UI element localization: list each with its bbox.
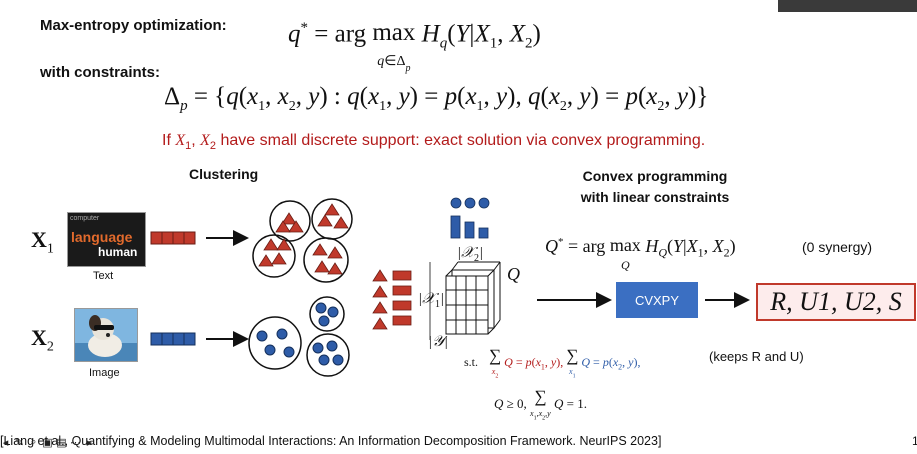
y-cardinality-label: |𝒴| [428, 334, 449, 350]
x2-cluster-bars [450, 215, 489, 239]
x2-cardinality-label: |𝒳2| [457, 245, 484, 264]
cvxpy-solver-box: CVXPY [616, 282, 698, 318]
x1-cluster-bars [392, 270, 412, 326]
marginal-constraints: s.t. ∑ x2 Q = p(x1, y), ∑ x1 Q = p(x2, y), [464, 346, 641, 380]
back-icon[interactable]: ◂ [0, 436, 11, 452]
slides-icon[interactable]: ▤ [56, 436, 67, 452]
citation: [Liang et al., Quantifying & Modeling Mu… [0, 434, 662, 448]
zero-synergy-note: (0 synergy) [802, 239, 873, 255]
screen-icon[interactable]: ▣ [42, 436, 53, 452]
next-icon[interactable]: ▸ [84, 436, 95, 452]
x1-token-sequence [150, 231, 196, 245]
st-label: s.t. [464, 354, 479, 369]
page-number-fragment: 1 [912, 434, 917, 448]
keeps-r-u-note: (keeps R and U) [709, 349, 804, 364]
pen-icon[interactable]: ✎ [14, 436, 25, 452]
result-box: R, U1, U2, S [756, 283, 916, 321]
x1-clusters [252, 198, 353, 283]
simplex-constraint: Q ≥ 0, ∑ x1,x2,y Q = 1. [494, 387, 587, 422]
x2-token-sequence [150, 332, 196, 346]
more-icon[interactable]: ⋯ [70, 436, 81, 452]
x2-cluster-dots [450, 197, 490, 209]
presentation-toolbar: ◂ ✎ ⌕ ▣ ▤ ⋯ ▸ [0, 436, 95, 452]
q-star-formula: Q* = arg max Q HQ(Y|X1, X2) [545, 235, 736, 272]
zoom-icon[interactable]: ⌕ [28, 436, 39, 452]
x1-cardinality-label: |𝒳1| [418, 291, 445, 310]
pipeline-diagram [150, 197, 750, 377]
y-triangles [372, 269, 388, 330]
q-label: Q [507, 264, 520, 284]
x2-clusters [248, 296, 350, 377]
